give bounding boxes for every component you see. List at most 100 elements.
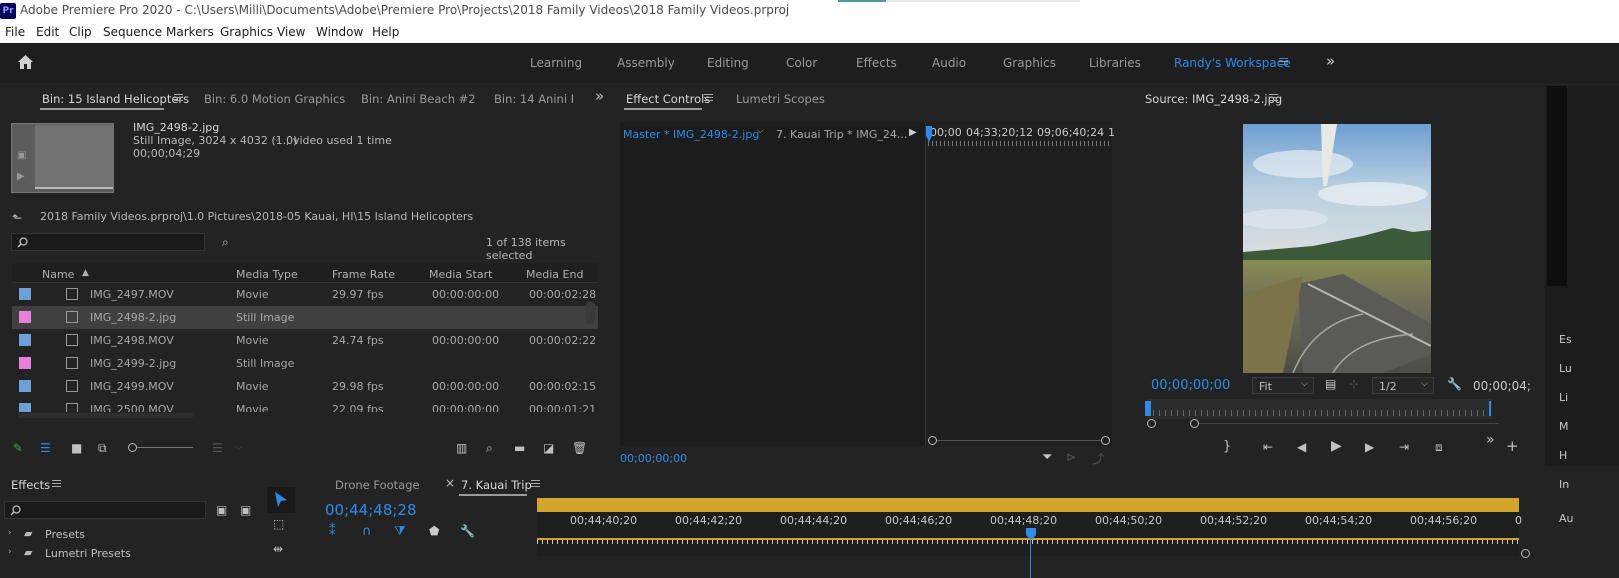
ec-zoom-left-handle[interactable] [928, 436, 937, 445]
step-back-icon[interactable]: ◀ [1297, 441, 1306, 453]
ripple-edit-icon[interactable]: ⇹ [273, 543, 283, 555]
right-tab-in[interactable]: In [1559, 478, 1569, 491]
close-tab-icon[interactable]: × [445, 476, 455, 490]
icon-view-icon[interactable]: ■ [71, 442, 82, 454]
list-item[interactable]: IMG_2499-2.jpg Still Image [12, 352, 598, 375]
tl-zoom-handle[interactable] [1521, 549, 1530, 558]
wrench-icon[interactable]: 🔧 [1447, 377, 1462, 391]
menu-window[interactable]: Window [316, 25, 363, 39]
fit-dropdown[interactable]: Fit ⌵ [1252, 377, 1314, 394]
insert-icon[interactable]: ⧈ [1435, 441, 1443, 453]
menu-clip[interactable]: Clip [69, 25, 92, 39]
label-color-swatch[interactable] [19, 288, 31, 300]
expand-presets-icon[interactable]: › [8, 528, 12, 538]
menu-help[interactable]: Help [372, 25, 399, 39]
effects-menu-icon[interactable] [52, 480, 61, 487]
selection-tool-icon[interactable] [274, 491, 288, 508]
snap-icon[interactable]: ∩ [362, 524, 372, 539]
effect-controls-menu-icon[interactable] [704, 94, 713, 101]
master-dropdown-icon[interactable]: ⌵ [757, 126, 764, 136]
right-tab-lu[interactable]: Lu [1559, 362, 1572, 375]
step-forward-icon[interactable]: ▶ [1365, 441, 1374, 453]
project-search-input[interactable] [11, 233, 205, 251]
source-playhead[interactable] [1145, 401, 1151, 416]
linked-selection-icon[interactable]: ⧩ [394, 524, 406, 539]
mark-out-icon[interactable]: } [1223, 440, 1231, 453]
timeline-timecode[interactable]: 00;44;48;28 [325, 501, 417, 519]
list-item[interactable]: IMG_2498.MOV Movie 24.74 fps 00:00:00:00 00:… [12, 329, 598, 352]
horizontal-scrollbar[interactable] [18, 413, 193, 418]
source-timecode[interactable]: 00;00;00;00 [1151, 378, 1230, 393]
write-on-icon[interactable]: ✎ [13, 442, 23, 454]
col-media-end[interactable]: Media End [526, 268, 583, 281]
play-ec-icon[interactable]: ▶ [909, 127, 917, 138]
more-workspaces-icon[interactable]: » [1326, 52, 1335, 70]
go-to-in-icon[interactable]: ⇤ [1263, 441, 1273, 453]
new-item-icon[interactable]: ◪ [543, 442, 554, 454]
menu-sequence[interactable]: Sequence [103, 25, 162, 39]
go-to-out-icon[interactable]: ⇥ [1399, 441, 1409, 453]
track-select-icon[interactable]: ⬚ [273, 518, 284, 530]
col-media-start[interactable]: Media Start [429, 268, 492, 281]
bin-menu-icon[interactable] [174, 94, 183, 101]
menu-graphics[interactable]: Graphics [220, 25, 273, 39]
freeform-view-icon[interactable]: ⧉ [98, 442, 107, 454]
effects-search-input[interactable] [4, 501, 206, 519]
timeline-menu-icon[interactable] [531, 480, 540, 487]
zoom-slider-handle[interactable] [128, 443, 137, 452]
ec-zoom-right-handle[interactable] [1101, 436, 1110, 445]
source-out-marker[interactable] [1489, 401, 1491, 416]
tab-bin-6[interactable]: Bin: 6.0 Motion Graphics [204, 92, 345, 106]
right-tab-h[interactable]: H [1559, 449, 1567, 462]
settings-panel-icon[interactable]: ▤ [1325, 377, 1336, 391]
workspace-editing[interactable]: Editing [707, 56, 749, 70]
accelerated-effects-icon[interactable]: ▣ [216, 504, 227, 516]
play-icon[interactable]: ▶ [1331, 439, 1342, 453]
trash-icon[interactable]: 🗑 [572, 442, 587, 454]
workspace-color[interactable]: Color [786, 56, 817, 70]
workspace-assembly[interactable]: Assembly [617, 56, 675, 70]
source-menu-icon[interactable] [1269, 94, 1278, 101]
more-tabs-icon[interactable]: » [595, 87, 604, 105]
workspace-learning[interactable]: Learning [530, 56, 582, 70]
play-thumb-icon[interactable]: ▶ [17, 171, 25, 182]
label-color-swatch[interactable] [19, 334, 31, 346]
workspace-graphics[interactable]: Graphics [1003, 56, 1056, 70]
list-item[interactable]: IMG_2497.MOV Movie 29.97 fps 00:00:00:00 00:… [12, 283, 598, 306]
label-color-swatch[interactable] [19, 357, 31, 369]
menu-file[interactable]: File [5, 25, 25, 39]
tab-bin-anini[interactable]: Bin: Anini Beach #2 [361, 92, 476, 106]
yuv-effects-icon[interactable]: ▣ [240, 504, 251, 516]
col-media-type[interactable]: Media Type [236, 268, 298, 281]
folder-up-icon[interactable]: ⬑ [12, 211, 22, 225]
chevron-down-icon[interactable]: ⌵ [273, 134, 280, 144]
right-tab-au[interactable]: Au [1559, 512, 1574, 525]
col-frame-rate[interactable]: Frame Rate [332, 268, 395, 281]
menu-edit[interactable]: Edit [36, 25, 59, 39]
master-clip-label[interactable]: Master * IMG_2498-2.jpg [623, 128, 759, 141]
workspace-effects[interactable]: Effects [856, 56, 897, 70]
workspace-audio[interactable]: Audio [932, 56, 966, 70]
right-tab-es[interactable]: Es [1559, 333, 1572, 346]
tab-drone-footage[interactable]: Drone Footage [335, 478, 420, 492]
new-bin-icon[interactable]: ▬ [514, 442, 525, 454]
source-timebar[interactable] [1147, 399, 1492, 419]
workspace-randys[interactable]: Randy's Workspace [1174, 56, 1291, 70]
tab-effect-controls[interactable]: Effect Controls [626, 92, 710, 106]
source-zoom-left[interactable] [1147, 419, 1156, 428]
label-color-swatch[interactable] [19, 380, 31, 392]
col-name[interactable]: Name [42, 268, 74, 281]
workspace-libraries[interactable]: Libraries [1089, 56, 1141, 70]
automate-sequence-icon[interactable]: ▥ [456, 442, 467, 454]
resolution-dropdown[interactable]: 1/2 ⌵ [1372, 377, 1434, 394]
ec-timecode[interactable]: 00;00;00;00 [620, 452, 687, 465]
list-item[interactable]: IMG_2499.MOV Movie 29.98 fps 00:00:00:00 00:… [12, 375, 598, 398]
button-editor-icon[interactable]: + [1506, 439, 1519, 454]
list-view-icon[interactable]: ☰ [40, 442, 51, 454]
more-buttons-icon[interactable]: » [1486, 433, 1495, 447]
ec-zoom-bar[interactable] [937, 440, 1101, 441]
add-marker-icon[interactable]: ⬟ [429, 524, 439, 538]
tab-lumetri-scopes[interactable]: Lumetri Scopes [736, 92, 825, 106]
tab-kauai-trip[interactable]: 7. Kauai Trip [461, 478, 532, 492]
menu-view[interactable]: View [277, 25, 305, 39]
